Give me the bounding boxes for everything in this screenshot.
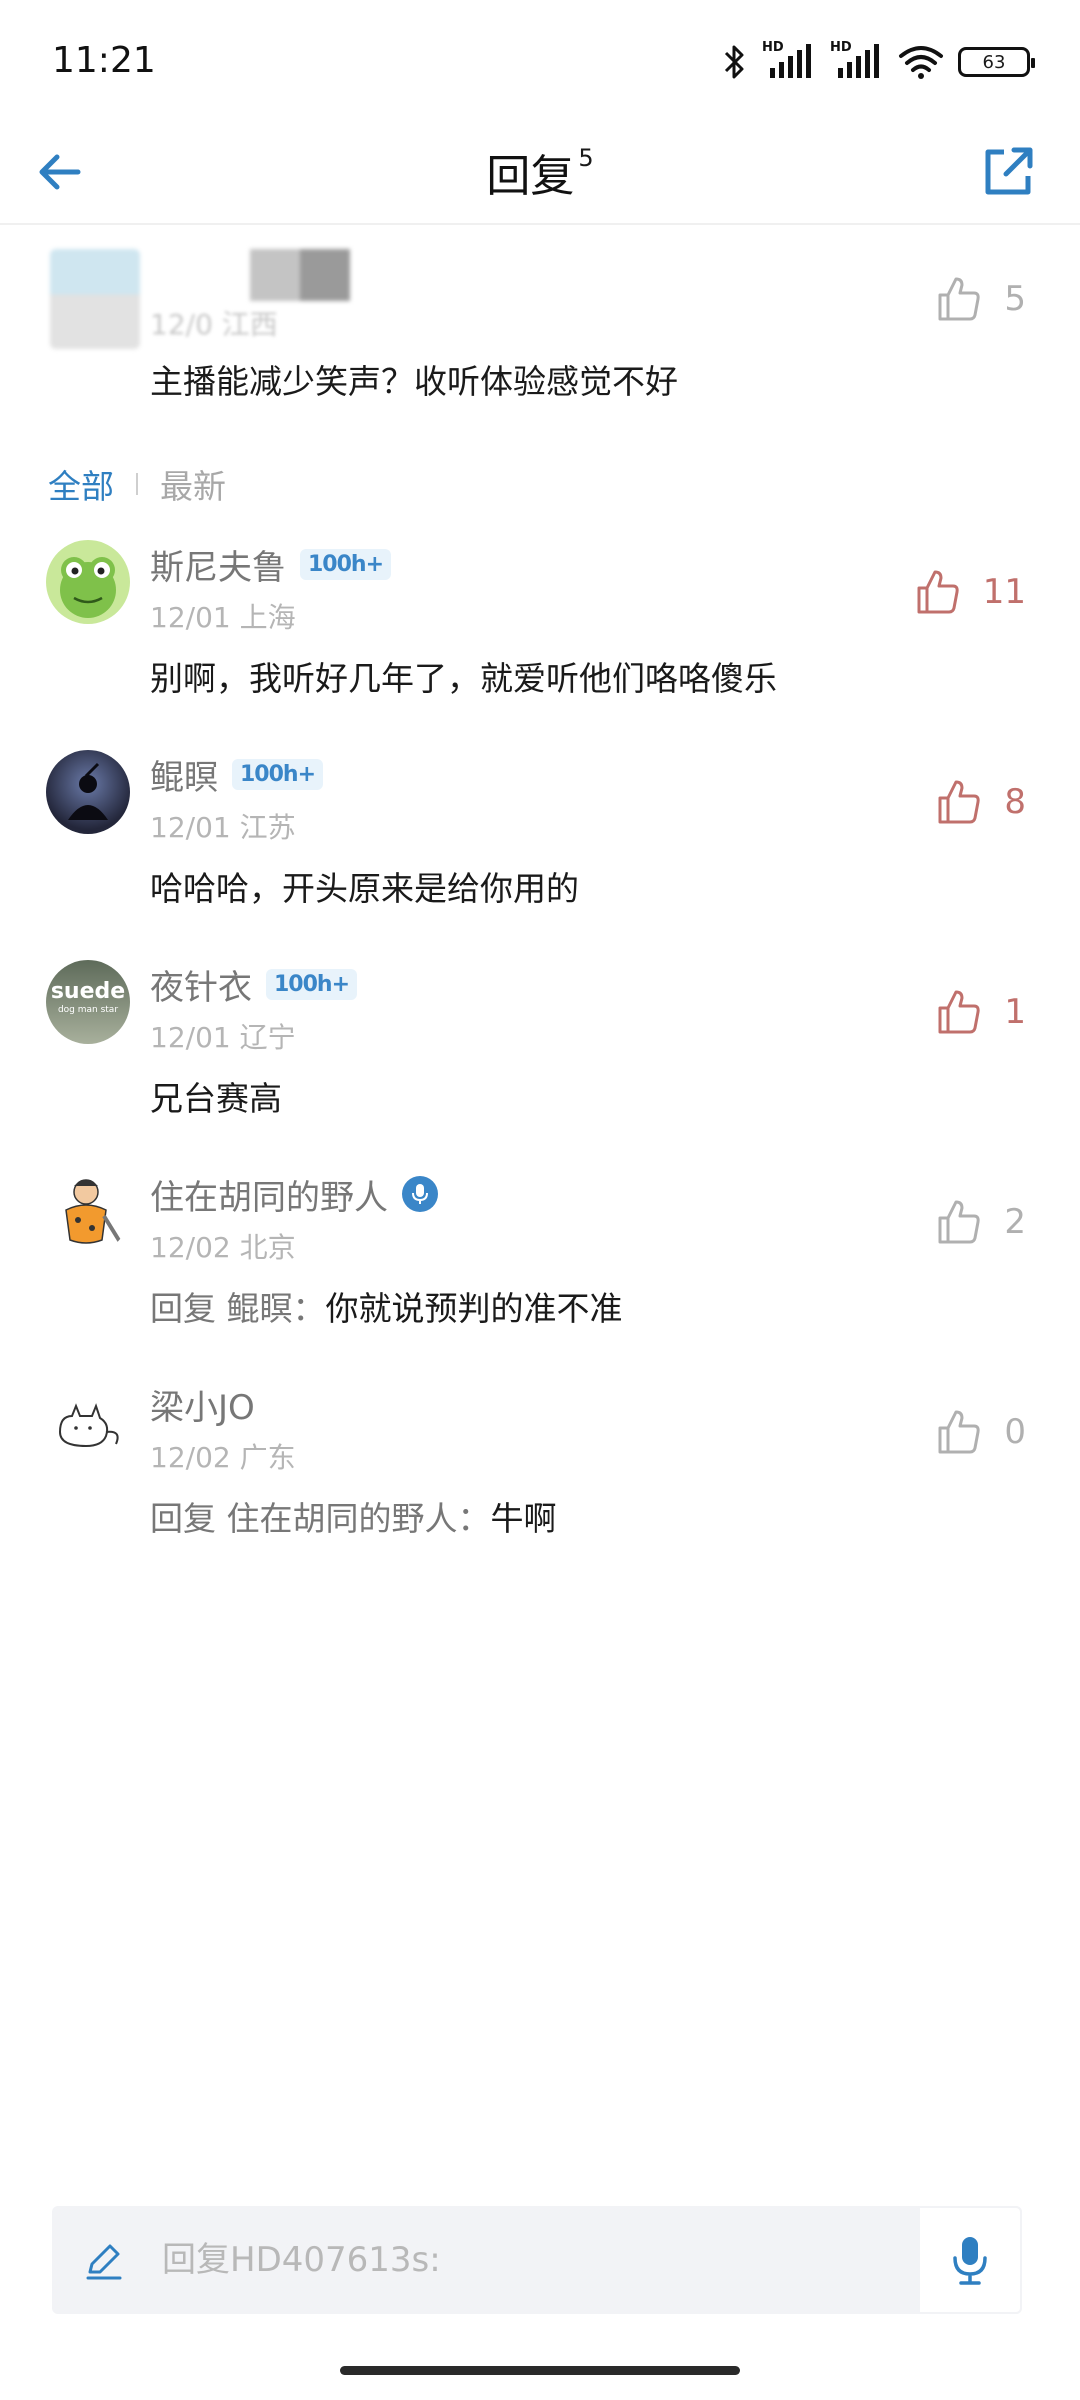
status-bar: 11:21 HD HD 63 [0, 0, 1080, 120]
tab-all[interactable]: 全部 [48, 460, 114, 508]
reply-body: 别啊，我听好几年了，就爱听他们咯咯傻乐 [150, 659, 777, 698]
user-name[interactable]: 住在胡同的野人 [150, 1170, 388, 1219]
svg-text:suede: suede [51, 979, 125, 1004]
silhouette-avatar-icon [68, 762, 108, 820]
page-title-wrap: 回复 5 [0, 140, 1080, 204]
reply-item: 鲲瞑 100h+ 12/01 江苏 哈哈哈，开头原来是给你用的 8 [0, 750, 1080, 960]
reply-meta: 12/02 北京 [150, 1231, 296, 1264]
battery-icon: 63 [958, 47, 1035, 77]
avatar[interactable] [46, 750, 130, 834]
page-title: 回复 [486, 151, 575, 202]
name-row: 鲲瞑 100h+ [150, 750, 324, 799]
like-button[interactable]: 8 [934, 778, 1026, 826]
reply-item: 斯尼夫鲁 100h+ 12/01 上海 别啊，我听好几年了，就爱听他们咯咯傻乐 … [0, 540, 1080, 750]
reply-count: 5 [578, 144, 594, 172]
like-count: 1 [1004, 992, 1026, 1032]
frog-avatar-icon [60, 557, 116, 618]
reply-meta: 12/02 广东 [150, 1441, 296, 1474]
like-button[interactable]: 11 [913, 568, 1026, 616]
header-bar: 回复 5 [0, 120, 1080, 225]
user-name[interactable]: 夜针衣 [150, 960, 252, 1009]
tab-divider [136, 473, 138, 495]
level-badge: 100h+ [232, 758, 324, 790]
status-icons: HD HD 63 [722, 40, 1035, 82]
like-count: 2 [1004, 1202, 1026, 1242]
like-count: 0 [1004, 1412, 1026, 1452]
signal-icon: HD [830, 40, 884, 80]
avatar[interactable] [46, 1380, 130, 1464]
user-name[interactable]: 鲲瞑 [150, 750, 218, 799]
original-comment: 12/0 江西 主播能减少笑声？收听体验感觉不好 5 [0, 225, 1080, 440]
bluetooth-icon [724, 45, 744, 79]
pencil-icon [86, 2244, 122, 2280]
reply-text: 别啊，我听好几年了，就爱听他们咯咯傻乐 [150, 652, 777, 700]
name-row: 梁小JO [150, 1380, 255, 1429]
reply-meta: 12/01 上海 [150, 601, 296, 634]
like-count: 11 [982, 572, 1026, 612]
reply-to-prefix[interactable]: 回复 鲲瞑： [150, 1289, 326, 1328]
reply-body: 兄台赛高 [150, 1079, 282, 1118]
tab-latest[interactable]: 最新 [160, 460, 226, 508]
signal-icon: HD [762, 40, 816, 80]
thumbs-up-icon [938, 1200, 981, 1244]
reply-input[interactable] [162, 2230, 942, 2290]
blurred-name [250, 249, 350, 301]
home-indicator[interactable] [340, 2366, 740, 2375]
like-count: 8 [1004, 782, 1026, 822]
thumbs-up-icon [917, 570, 959, 614]
name-row: 斯尼夫鲁 100h+ [150, 540, 392, 589]
reply-meta: 12/01 江苏 [150, 811, 296, 844]
avatar[interactable]: suede dog man star [46, 960, 130, 1044]
like-button[interactable]: 1 [934, 988, 1026, 1036]
thumbs-up-icon [938, 1410, 981, 1454]
reply-item: suede dog man star 夜针衣 100h+ 12/01 辽宁 兄台… [0, 960, 1080, 1170]
reply-item: 梁小JO 12/02 广东 回复 住在胡同的野人：牛啊 0 [0, 1380, 1080, 1590]
microphone-icon [953, 2237, 987, 2285]
name-row: 住在胡同的野人 [150, 1170, 438, 1219]
avatar [50, 249, 140, 349]
voice-input-button[interactable] [918, 2206, 1022, 2314]
thumbs-up-icon [938, 780, 981, 824]
share-external-icon[interactable] [976, 140, 1040, 204]
reply-text: 兄台赛高 [150, 1072, 282, 1120]
reply-body: 牛啊 [490, 1499, 557, 1538]
like-button[interactable]: 0 [934, 1408, 1026, 1456]
thumbs-up-icon [938, 990, 981, 1034]
caveman-avatar-icon [65, 1179, 122, 1244]
like-button[interactable]: 2 [934, 1198, 1026, 1246]
user-name[interactable]: 梁小JO [150, 1380, 255, 1429]
reply-body: 你就说预判的准不准 [325, 1289, 623, 1328]
like-count: 5 [1004, 279, 1026, 319]
level-badge: 100h+ [266, 968, 358, 1000]
reply-input-bar [52, 2206, 1022, 2314]
original-text: 主播能减少笑声？收听体验感觉不好 [150, 362, 678, 401]
cat-doodle-avatar-icon [58, 1403, 119, 1448]
name-row: 夜针衣 100h+ [150, 960, 358, 1009]
wifi-icon [899, 46, 943, 79]
reply-text: 哈哈哈，开头原来是给你用的 [150, 862, 579, 910]
sort-tabs: 全部 最新 [48, 460, 226, 508]
original-meta: 12/0 江西 [150, 308, 278, 341]
user-name[interactable]: 斯尼夫鲁 [150, 540, 286, 589]
like-button[interactable]: 5 [934, 275, 1026, 323]
status-time: 11:21 [52, 40, 156, 81]
microphone-badge-icon [402, 1176, 438, 1212]
avatar[interactable] [46, 1170, 130, 1254]
battery-level: 63 [982, 51, 1006, 73]
svg-text:dog man star: dog man star [58, 1005, 118, 1015]
reply-body: 哈哈哈，开头原来是给你用的 [150, 869, 579, 908]
reply-text: 回复 鲲瞑：你就说预判的准不准 [150, 1282, 623, 1330]
reply-to-prefix[interactable]: 回复 住在胡同的野人： [150, 1499, 491, 1538]
reply-meta: 12/01 辽宁 [150, 1021, 296, 1054]
reply-item: 住在胡同的野人 12/02 北京 回复 鲲瞑：你就说预判的准不准 2 [0, 1170, 1080, 1380]
level-badge: 100h+ [300, 548, 392, 580]
suede-avatar-icon: suede dog man star [51, 979, 125, 1015]
reply-text: 回复 住在胡同的野人：牛啊 [150, 1492, 557, 1540]
thumbs-up-icon [938, 277, 981, 321]
avatar[interactable] [46, 540, 130, 624]
